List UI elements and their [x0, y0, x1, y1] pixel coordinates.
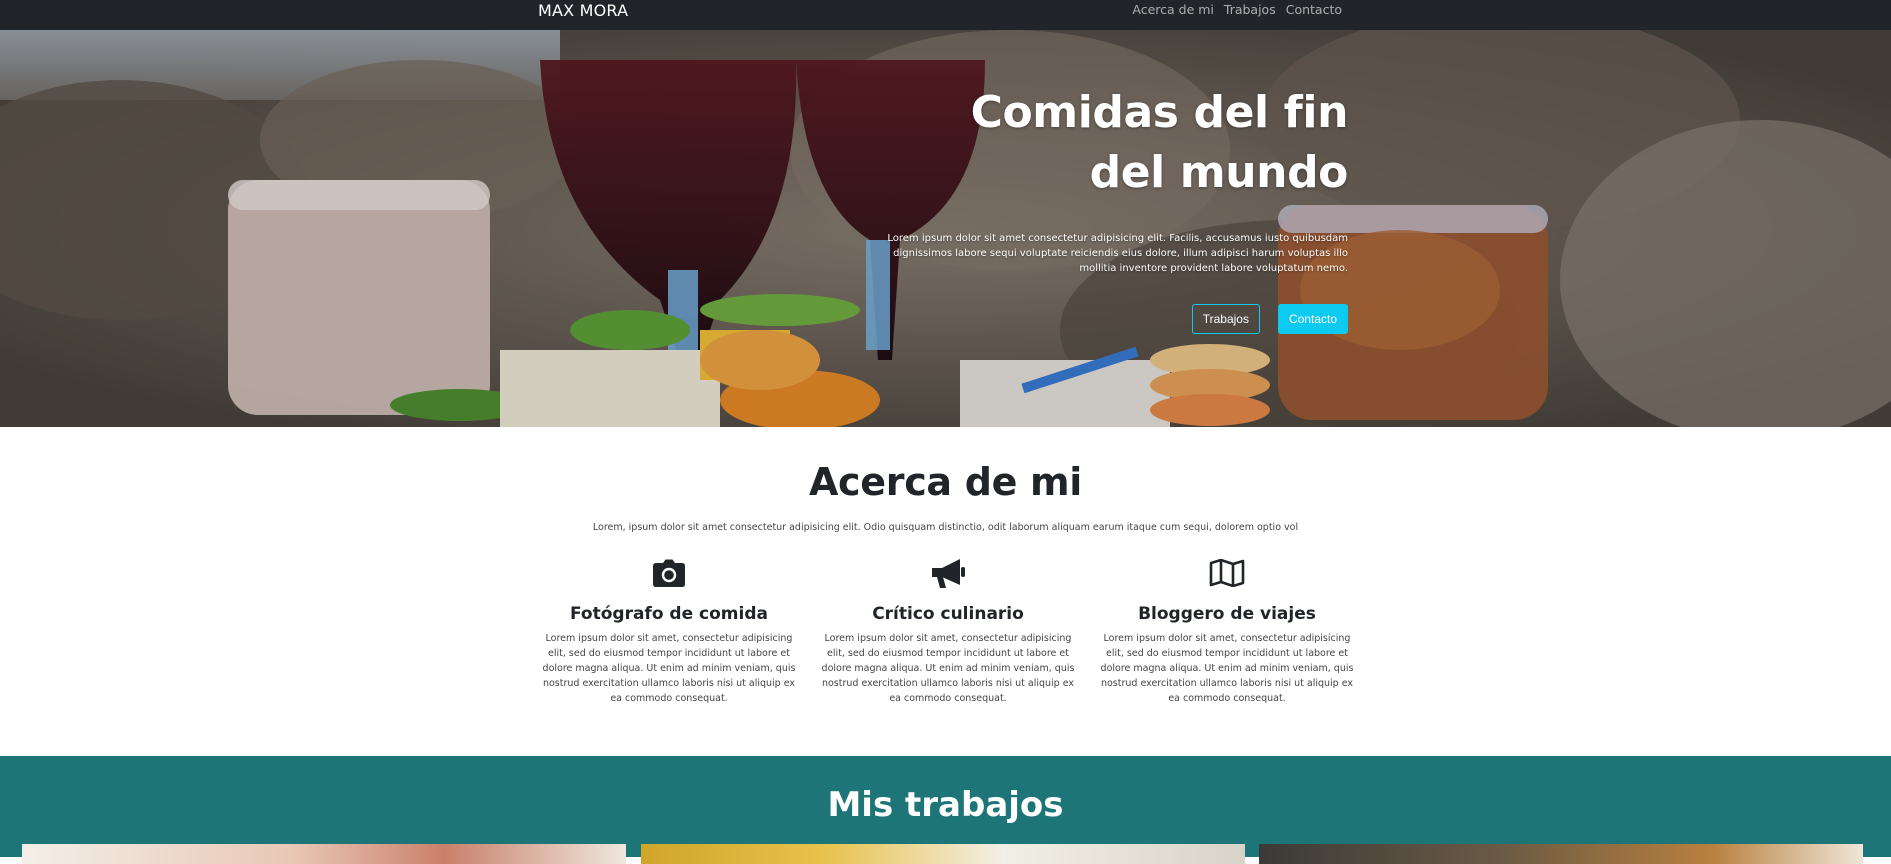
map-icon	[1094, 555, 1360, 591]
feature-text: Lorem ipsum dolor sit amet, consectetur …	[1100, 633, 1354, 704]
feature-text: Lorem ipsum dolor sit amet, consectetur …	[821, 633, 1075, 704]
nav-link-about[interactable]: Acerca de mi	[1132, 0, 1214, 19]
contact-button[interactable]: Contacto	[1277, 304, 1348, 334]
features-row: Fotógrafo de comida Lorem ipsum dolor si…	[536, 555, 1360, 706]
brand-logo[interactable]: MAX MORA	[538, 0, 628, 21]
navbar: MAX MORA Acerca de mi Trabajos Contacto	[0, 0, 1891, 30]
work-card-image[interactable]	[641, 844, 1245, 864]
work-card-image[interactable]	[1259, 844, 1863, 864]
about-lead: Lorem, ipsum dolor sit amet consectetur …	[592, 522, 1299, 533]
work-card-image[interactable]	[22, 844, 626, 864]
works-section: Mis trabajos	[0, 756, 1891, 864]
feature-text: Lorem ipsum dolor sit amet, consectetur …	[542, 633, 796, 704]
nav-links: Acerca de mi Trabajos Contacto	[1132, 0, 1342, 19]
feature-card: Fotógrafo de comida Lorem ipsum dolor si…	[536, 555, 802, 706]
nav-link-contact[interactable]: Contacto	[1286, 0, 1342, 19]
works-button[interactable]: Trabajos	[1191, 304, 1260, 334]
nav-link-works[interactable]: Trabajos	[1224, 0, 1276, 19]
hero-title: Comidas del fin del mundo	[878, 83, 1349, 203]
hero-content: Comidas del fin del mundo Lorem ipsum do…	[878, 83, 1348, 334]
feature-title: Fotógrafo de comida	[570, 604, 768, 624]
hero-title-line1: Comidas del fin	[970, 87, 1349, 138]
about-section: Acerca de mi Lorem, ipsum dolor sit amet…	[0, 427, 1891, 756]
hero-section: Comidas del fin del mundo Lorem ipsum do…	[0, 30, 1891, 427]
feature-card: Bloggero de viajes Lorem ipsum dolor sit…	[1094, 555, 1360, 706]
hero-buttons: Trabajos Contacto	[878, 304, 1348, 334]
hero-title-line2: del mundo	[1089, 147, 1349, 198]
feature-title: Crítico culinario	[872, 604, 1024, 624]
feature-title: Bloggero de viajes	[1138, 604, 1316, 624]
feature-card: Crítico culinario Lorem ipsum dolor sit …	[815, 555, 1081, 706]
works-title: Mis trabajos	[827, 785, 1064, 825]
camera-icon	[536, 555, 802, 591]
about-title: Acerca de mi	[808, 460, 1083, 504]
megaphone-icon	[815, 555, 1081, 591]
hero-lead: Lorem ipsum dolor sit amet consectetur a…	[887, 233, 1348, 274]
